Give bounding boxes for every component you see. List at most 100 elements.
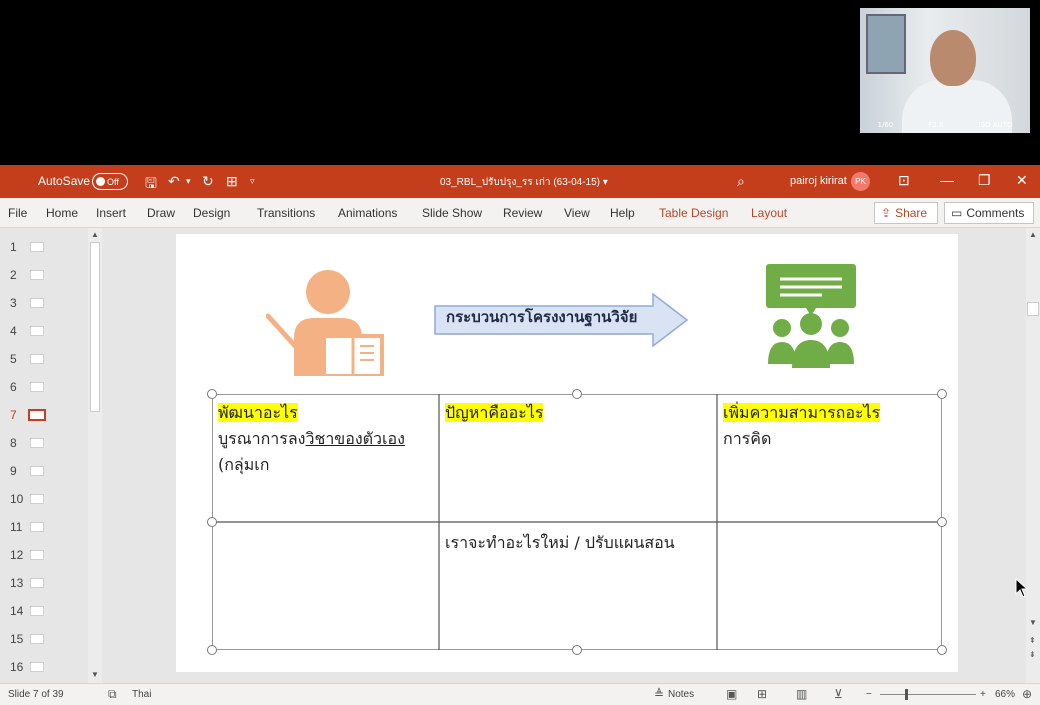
table-cell-r1c1[interactable]: พัฒนาอะไร บูรณาการลงวิชาของตัวเอง (กลุ่ม…: [218, 400, 436, 478]
resize-handle[interactable]: [207, 517, 217, 527]
zoom-level[interactable]: 66%: [995, 689, 1015, 700]
slide-number: 11: [10, 520, 23, 534]
slide-table[interactable]: พัฒนาอะไร บูรณาการลงวิชาของตัวเอง (กลุ่ม…: [207, 389, 947, 655]
tab-table-design[interactable]: Table Design: [659, 206, 728, 220]
undo-icon[interactable]: ↶: [168, 173, 180, 190]
search-icon[interactable]: ⌕: [737, 173, 745, 190]
tab-insert[interactable]: Insert: [96, 206, 126, 220]
tab-slide-show[interactable]: Slide Show: [422, 206, 482, 220]
slide-thumbnail[interactable]: 14: [0, 600, 90, 622]
tab-layout[interactable]: Layout: [751, 206, 787, 220]
slide-mini: [30, 298, 44, 308]
thumbnails-scrollbar[interactable]: ▲ ▼: [88, 228, 102, 683]
table-cell-r2c2[interactable]: เราจะทำอะไรใหม่ / ปรับแผนสอน: [445, 530, 715, 556]
slide-canvas[interactable]: กระบวนการโครงงานฐานวิจัย พัฒนาอะไร บูรณา…: [176, 234, 958, 672]
slide-thumbnail[interactable]: 12: [0, 544, 90, 566]
scroll-down-icon[interactable]: ▼: [1029, 618, 1037, 627]
slideshow-icon[interactable]: ⊻: [834, 687, 843, 701]
comments-button[interactable]: ▭ Comments: [944, 202, 1034, 224]
zoom-out-button[interactable]: −: [866, 689, 872, 700]
slide-thumbnail[interactable]: 15: [0, 628, 90, 650]
slide-thumbnail-active[interactable]: 7: [0, 404, 90, 426]
tab-help[interactable]: Help: [610, 206, 635, 220]
table-cell-r1c2[interactable]: ปัญหาคืออะไร: [445, 400, 715, 426]
avatar[interactable]: PK: [851, 172, 870, 191]
tab-home[interactable]: Home: [46, 206, 78, 220]
slide-number: 16: [10, 660, 24, 674]
slide-thumbnail[interactable]: 1: [0, 236, 90, 258]
slide-thumbnail[interactable]: 5: [0, 348, 90, 370]
slide-thumbnail[interactable]: 10: [0, 488, 90, 510]
slide-thumbnail[interactable]: 8: [0, 432, 90, 454]
language-indicator[interactable]: Thai: [132, 689, 151, 700]
slide-thumbnail[interactable]: 2: [0, 264, 90, 286]
undo-dropdown-icon[interactable]: ▾: [186, 176, 191, 187]
tab-file[interactable]: File: [8, 206, 27, 220]
zoom-slider[interactable]: [880, 694, 976, 695]
document-title-caret: ▾: [602, 177, 608, 188]
toggle-knob: [96, 177, 105, 186]
restore-icon[interactable]: ❐: [978, 172, 991, 189]
resize-handle[interactable]: [207, 645, 217, 655]
cell-text: เราจะทำอะไรใหม่ / ปรับแผนสอน: [445, 533, 675, 552]
tab-view[interactable]: View: [564, 206, 590, 220]
redo-icon[interactable]: ↻: [202, 173, 214, 190]
slide-mini: [30, 550, 44, 560]
resize-handle[interactable]: [937, 517, 947, 527]
slide-thumbnail[interactable]: 3: [0, 292, 90, 314]
next-slide-icon[interactable]: ⇟: [1029, 650, 1036, 659]
scrollbar-thumb[interactable]: [1027, 302, 1039, 316]
close-icon[interactable]: ✕: [1016, 172, 1028, 189]
slide-thumbnail[interactable]: 11: [0, 516, 90, 538]
customize-qat-icon[interactable]: ▿: [250, 176, 255, 187]
scroll-up-icon[interactable]: ▲: [91, 230, 99, 239]
resize-handle[interactable]: [937, 389, 947, 399]
slide-sorter-icon[interactable]: ⊞: [757, 687, 767, 701]
resize-handle[interactable]: [572, 389, 582, 399]
save-icon[interactable]: 🖫: [145, 173, 157, 197]
ribbon-display-icon[interactable]: ⊡: [898, 172, 910, 189]
resize-handle[interactable]: [572, 645, 582, 655]
present-icon[interactable]: ⊞: [226, 173, 238, 190]
scrollbar-thumb[interactable]: [90, 242, 100, 412]
share-button[interactable]: ⇪ Share: [874, 202, 938, 224]
user-name[interactable]: pairoj kirirat: [790, 175, 847, 187]
previous-slide-icon[interactable]: ⇞: [1029, 636, 1036, 645]
table-cell-r1c3[interactable]: เพิ่มความสามารถอะไร การคิด: [723, 400, 939, 452]
autosave-toggle[interactable]: Off: [92, 173, 128, 190]
slide-thumbnail[interactable]: 4: [0, 320, 90, 342]
scroll-down-icon[interactable]: ▼: [91, 670, 99, 679]
slide-thumbnail[interactable]: 16: [0, 656, 90, 678]
slide-thumbnail[interactable]: 9: [0, 460, 90, 482]
slide-number: 3: [10, 296, 17, 310]
tab-draw[interactable]: Draw: [147, 206, 175, 220]
notes-button[interactable]: Notes: [668, 689, 694, 700]
slide-number: 5: [10, 352, 17, 366]
tab-animations[interactable]: Animations: [338, 206, 397, 220]
cell-text-underlined: วิชาของตัวเอง: [305, 429, 405, 448]
slide-number: 9: [10, 464, 17, 478]
comment-icon: ▭: [951, 206, 963, 220]
cell-text: (กลุ่มเก: [218, 455, 270, 474]
zoom-slider-thumb[interactable]: [905, 689, 908, 700]
resize-handle[interactable]: [207, 389, 217, 399]
resize-handle[interactable]: [937, 645, 947, 655]
slide-thumbnail[interactable]: 13: [0, 572, 90, 594]
title-bar: AutoSave Off 🖫 ↶ ▾ ↻ ⊞ ▿ 03_RBL_ปรับปรุง…: [0, 165, 1040, 198]
reading-view-icon[interactable]: ▥: [796, 687, 807, 701]
accessibility-icon[interactable]: ⧉: [108, 687, 117, 702]
tab-design[interactable]: Design: [193, 206, 230, 220]
document-title[interactable]: 03_RBL_ปรับปรุง_รร เก่า (63-04-15) ▾: [440, 175, 608, 190]
scroll-up-icon[interactable]: ▲: [1029, 230, 1037, 239]
fit-to-window-icon[interactable]: ⊕: [1022, 687, 1032, 701]
webcam-shelf: [866, 14, 906, 74]
tab-review[interactable]: Review: [503, 206, 542, 220]
slide-thumbnail[interactable]: 6: [0, 376, 90, 398]
slide-scrollbar[interactable]: ▲ ▼ ⇞ ⇟: [1026, 228, 1040, 683]
minimize-icon[interactable]: —: [940, 172, 954, 188]
zoom-in-button[interactable]: +: [980, 689, 986, 700]
notes-icon[interactable]: ≜: [654, 687, 664, 701]
normal-view-icon[interactable]: ▣: [726, 687, 737, 701]
tab-transitions[interactable]: Transitions: [257, 206, 315, 220]
editor-area: 1 2 3 4 5 6 7 8 9 10 11 12 13 14 15 16 ▲…: [0, 228, 1040, 683]
